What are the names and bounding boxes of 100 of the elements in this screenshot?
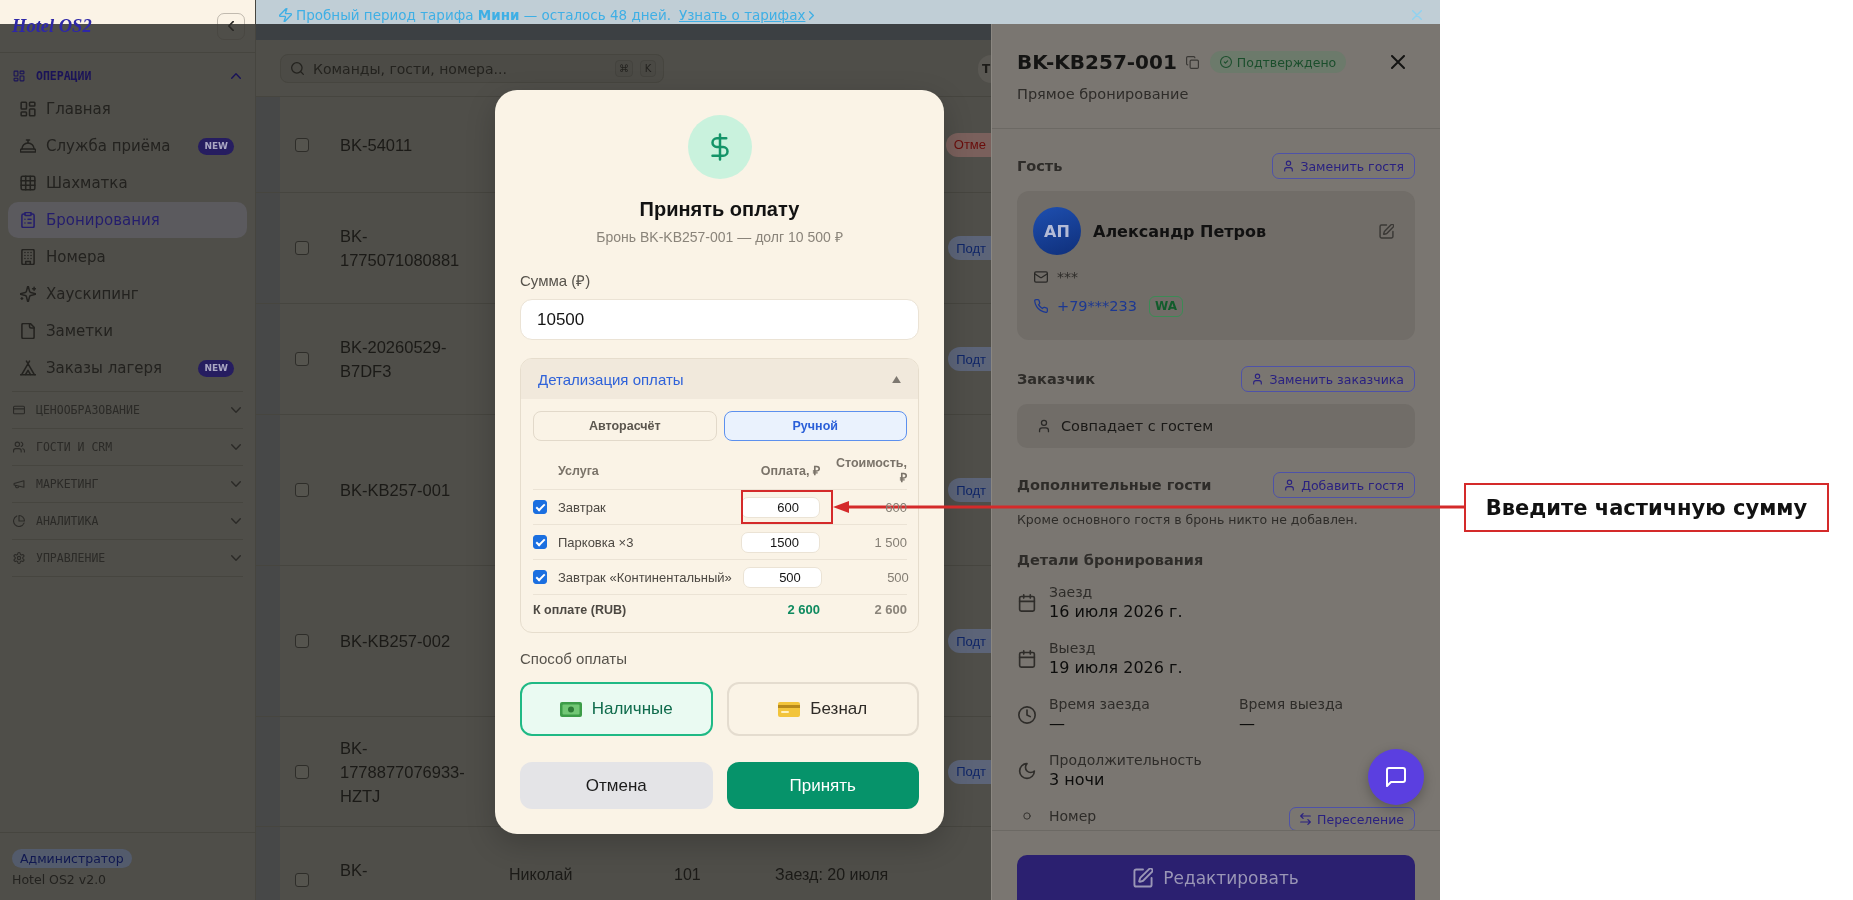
nav-item[interactable]: Бронирования [8, 202, 247, 238]
status-tag: Подт [948, 629, 991, 653]
mode-tab[interactable]: Ручной [723, 411, 907, 441]
replace-customer-button[interactable]: Заменить заказчика [1241, 366, 1415, 392]
total-payment: 2 600 [786, 602, 820, 617]
field-value: — [1239, 713, 1256, 735]
status-tag: Подт [948, 236, 991, 260]
dashboard-icon [13, 70, 25, 82]
cancel-button[interactable]: Отмена [520, 762, 713, 809]
user-icon [1252, 373, 1264, 385]
method-label: Способ оплаты [520, 650, 628, 668]
amount-label: Сумма (₽) [520, 272, 592, 290]
users-icon [13, 441, 25, 453]
user-avatar[interactable]: Т [978, 55, 991, 83]
lightning-icon [279, 8, 292, 22]
section-title: Заказчик [1017, 371, 1096, 387]
chat-icon [1386, 767, 1406, 787]
clock-icon [1018, 706, 1036, 724]
close-icon[interactable] [1391, 55, 1405, 69]
banknote-icon [559, 701, 582, 717]
field-value: 19 июля 2026 г. [1049, 657, 1184, 679]
payment-method-button[interactable]: Наличные [520, 682, 713, 736]
nav-section[interactable]: ОПЕРАЦИИ [12, 62, 243, 90]
credit-card-icon [778, 701, 801, 717]
empty-note: Кроме основного гостя в бронь никто не добавлен. [1017, 512, 1359, 527]
moon-icon [1018, 762, 1036, 780]
add-guest-button[interactable]: Добавить гостя [1273, 472, 1415, 498]
row-checkbox[interactable] [295, 352, 309, 366]
field-value: 3 ночи [1049, 769, 1106, 791]
column-header: Стоимость, ₽ [834, 456, 907, 486]
service-name: Завтрак [558, 499, 607, 515]
grid-icon [20, 175, 36, 191]
service-name: Завтрак «Континентальный» [558, 569, 732, 585]
tent-icon [20, 360, 36, 376]
accept-button[interactable]: Принять [726, 762, 919, 809]
guest-name: Александр Петров [1093, 221, 1268, 241]
building-icon [20, 249, 36, 265]
field-value: 16 июля 2026 г. [1049, 601, 1184, 623]
annotation-callout: Введите частичную сумму [1464, 483, 1829, 532]
edit-icon[interactable] [1379, 223, 1394, 239]
check-circle-icon [1219, 56, 1232, 68]
chat-button[interactable] [1368, 749, 1424, 805]
guest-email: *** [1057, 269, 1078, 285]
field-label: Продолжительность [1049, 751, 1203, 769]
payment-input[interactable]: 600 [741, 496, 820, 518]
swap-arrows-icon [1300, 813, 1312, 825]
total-cost: 2 600 [873, 602, 907, 617]
dialog-subtitle: Бронь BK-KB257-001 — долг 10 500 ₽ [595, 228, 844, 246]
dialog-title: Принять оплату [638, 197, 801, 221]
mail-icon [1034, 270, 1048, 284]
megaphone-icon [13, 478, 25, 490]
details-toggle[interactable]: Детализация оплаты [521, 359, 918, 399]
service-checkbox[interactable] [533, 535, 547, 549]
section-title: Детали бронирования [1017, 551, 1205, 570]
chevron-right-icon [809, 11, 815, 20]
service-checkbox[interactable] [533, 500, 547, 514]
payment-method-button[interactable]: Безнал [726, 682, 919, 736]
field-label: Время выезда [1239, 695, 1345, 713]
service-checkbox[interactable] [533, 570, 547, 584]
user-icon [1283, 160, 1295, 172]
replace-guest-button[interactable]: Заменить гостя [1272, 153, 1415, 179]
row-checkbox[interactable] [295, 634, 309, 648]
status-label: Подтверждено [1236, 54, 1337, 70]
row-checkbox[interactable] [295, 873, 309, 887]
booking-title: BK-KB257-001 [1017, 50, 1177, 74]
field-label: Номер [1049, 807, 1098, 825]
edit-button[interactable]: Редактировать [1017, 855, 1415, 900]
row-checkbox[interactable] [295, 137, 309, 152]
service-cost: 600 [884, 499, 907, 515]
messenger-badge[interactable]: WA [1149, 295, 1183, 317]
pricing-link[interactable]: Узнать о тарифах [678, 6, 806, 24]
amount-input[interactable]: 10500 [520, 299, 919, 340]
status-tag: Подт [948, 347, 991, 371]
user-icon [1037, 419, 1051, 433]
trial-notice: Пробный период тарифа Мини — осталось 48 дней. [296, 6, 671, 24]
phone-link[interactable]: +79***233 [1057, 298, 1138, 314]
guest-avatar: АП [1033, 207, 1081, 255]
mode-tab[interactable]: Авторасчёт [533, 411, 717, 441]
edit-icon [1133, 867, 1154, 888]
row-checkbox[interactable] [295, 241, 309, 255]
collapse-sidebar-button[interactable] [217, 12, 245, 40]
row-checkbox[interactable] [295, 483, 309, 497]
payment-input[interactable]: 500 [742, 566, 822, 588]
field-value: — [1049, 713, 1066, 735]
service-name: Парковка ×3 [558, 534, 635, 550]
column-header: Оплата, ₽ [759, 463, 820, 479]
status-tag: Подт [948, 478, 991, 502]
relocate-button[interactable]: Переселение [1289, 807, 1415, 830]
column-header: Услуга [558, 463, 600, 479]
service-cost: 1 500 [873, 534, 907, 550]
copy-icon[interactable] [1185, 55, 1199, 69]
section-title: Гость [1017, 158, 1063, 174]
new-badge: NEW [198, 359, 234, 377]
pie-chart-icon [13, 515, 25, 527]
payment-input[interactable]: 1500 [741, 531, 820, 553]
ring-icon [1022, 811, 1032, 821]
search-icon [291, 62, 304, 75]
field-label: Заезд [1049, 583, 1094, 601]
document-icon [20, 323, 36, 339]
row-checkbox[interactable] [295, 764, 309, 779]
